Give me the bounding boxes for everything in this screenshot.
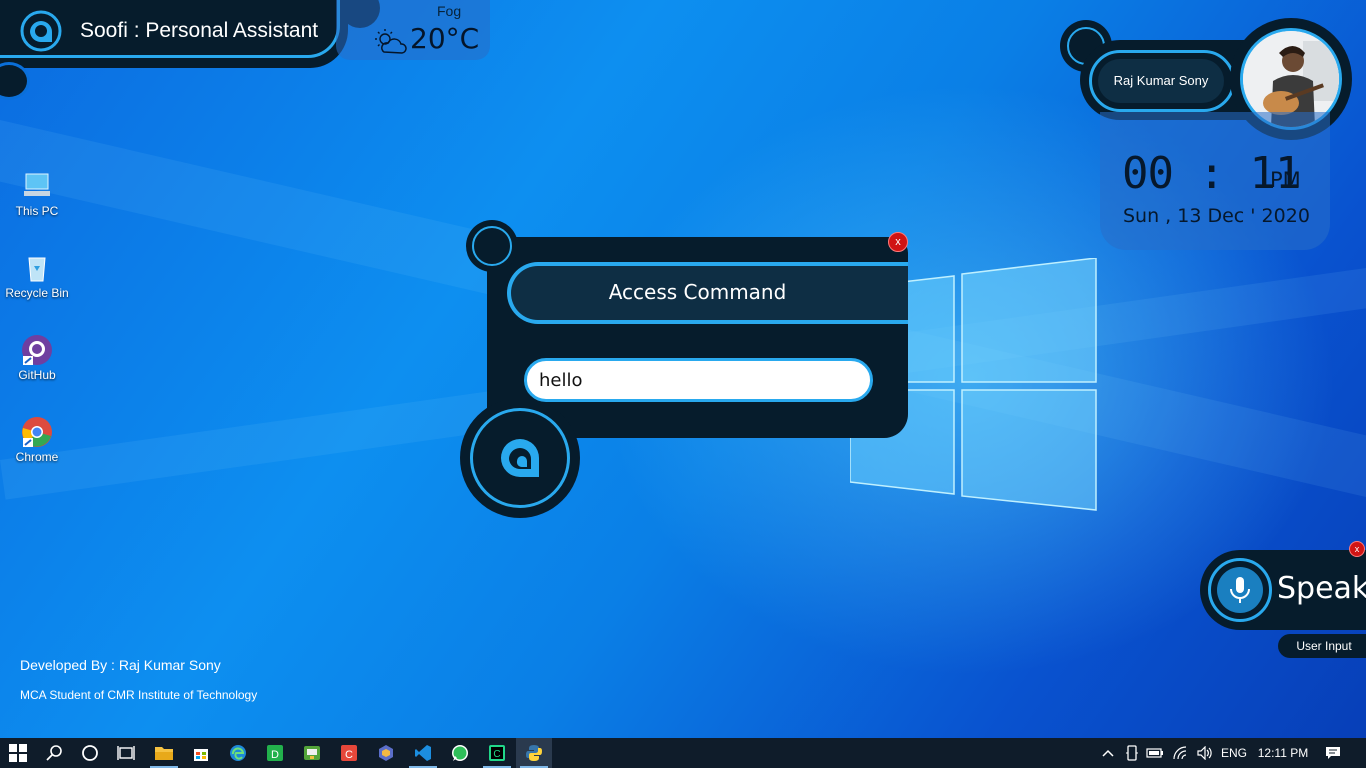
- windows-start-icon: [9, 744, 27, 762]
- tray-device-button[interactable]: [1122, 738, 1142, 768]
- hexagon-app-icon: [379, 745, 393, 761]
- weather-widget: Fog 20°C: [336, 0, 490, 60]
- app-green-icon: [304, 746, 320, 760]
- chevron-up-icon: [1102, 749, 1114, 757]
- desktop-icon-label: Chrome: [15, 450, 59, 464]
- notification-icon: [1326, 747, 1340, 759]
- partly-cloudy-icon: [375, 29, 407, 54]
- app-logo-icon: [20, 10, 62, 52]
- python-icon: [526, 745, 542, 761]
- search-button[interactable]: [36, 738, 72, 768]
- taskbar-app-green[interactable]: [294, 738, 330, 768]
- speak-close-button[interactable]: x: [1349, 541, 1365, 557]
- weather-temperature: 20°C: [410, 22, 480, 55]
- desktop-icon-github[interactable]: GitHub: [2, 334, 72, 382]
- clock-date: Sun , 13 Dec ' 2020: [1123, 205, 1310, 227]
- desktop-icon-label: Recycle Bin: [5, 286, 69, 300]
- dialog-logo-badge[interactable]: [460, 398, 580, 518]
- github-icon: [21, 334, 53, 366]
- speak-label: Speak: [1277, 571, 1366, 606]
- edge-icon: [230, 745, 246, 761]
- wifi-button[interactable]: [1170, 738, 1192, 768]
- student-credit: MCA Student of CMR Institute of Technolo…: [20, 688, 258, 702]
- weather-condition: Fog: [437, 3, 462, 19]
- developer-credit: Developed By : Raj Kumar Sony: [20, 657, 221, 673]
- taskbar-app-d[interactable]: D: [257, 738, 293, 768]
- svg-text:C: C: [345, 749, 353, 761]
- app-c-green-icon: C: [489, 745, 505, 761]
- desktop-icon-chrome[interactable]: Chrome: [2, 416, 72, 464]
- app-logo-icon: [501, 438, 539, 477]
- profile-name: Raj Kumar Sony: [1098, 59, 1224, 103]
- app-title: Soofi : Personal Assistant: [80, 19, 319, 42]
- desktop-icon-label: GitHub: [18, 368, 56, 382]
- chrome-icon: [21, 416, 53, 448]
- action-center-button[interactable]: [1318, 738, 1348, 768]
- language-indicator[interactable]: ENG: [1218, 738, 1250, 768]
- battery-button[interactable]: [1144, 738, 1166, 768]
- taskbar-app-c-red[interactable]: C: [331, 738, 367, 768]
- command-input[interactable]: [524, 358, 873, 402]
- speak-mic-button[interactable]: [1208, 558, 1272, 622]
- computer-icon: [21, 170, 53, 202]
- volume-button[interactable]: [1194, 738, 1216, 768]
- dialog-corner-knob: [466, 220, 518, 272]
- folder-icon: [155, 747, 173, 760]
- desktop-icon-this-pc[interactable]: This PC: [2, 170, 72, 218]
- taskbar-app-hex[interactable]: [368, 738, 404, 768]
- task-view-icon: [117, 746, 135, 760]
- start-button[interactable]: [0, 738, 36, 768]
- taskbar-app-whatsapp[interactable]: [442, 738, 478, 768]
- search-icon: [46, 745, 62, 761]
- app-d-icon: D: [267, 745, 283, 761]
- app-c-red-icon: C: [341, 745, 357, 761]
- usb-device-icon: [1126, 745, 1138, 761]
- speaker-icon: [1197, 746, 1212, 760]
- microphone-icon: [1230, 577, 1250, 603]
- wifi-icon: [1173, 746, 1187, 760]
- taskbar: D C C ENG 12:11 PM: [0, 738, 1366, 768]
- battery-icon: [1146, 748, 1163, 758]
- taskbar-clock[interactable]: 12:11 PM: [1252, 738, 1314, 768]
- mic-core: [1217, 567, 1263, 613]
- task-view-button[interactable]: [108, 738, 144, 768]
- taskbar-app-c-green[interactable]: C: [479, 738, 515, 768]
- cortana-button[interactable]: [72, 738, 108, 768]
- user-input-button[interactable]: User Input: [1278, 634, 1366, 658]
- taskbar-app-edge[interactable]: [220, 738, 256, 768]
- dialog-title: Access Command: [608, 280, 787, 304]
- taskbar-app-vscode[interactable]: [405, 738, 441, 768]
- taskbar-app-store[interactable]: [183, 738, 219, 768]
- svg-text:D: D: [271, 749, 279, 761]
- vscode-icon: [415, 745, 431, 761]
- whatsapp-icon: [452, 745, 468, 761]
- desktop-icon-recycle-bin[interactable]: Recycle Bin: [2, 252, 72, 300]
- show-hidden-icons-button[interactable]: [1096, 738, 1120, 768]
- taskbar-app-python[interactable]: [516, 738, 552, 768]
- svg-text:C: C: [493, 749, 500, 760]
- recycle-bin-icon: [21, 252, 53, 284]
- store-icon: [194, 749, 208, 761]
- cortana-icon: [82, 745, 98, 761]
- clock-ampm: PM: [1270, 168, 1301, 192]
- desktop-icon-label: This PC: [15, 204, 59, 218]
- dialog-close-button[interactable]: x: [888, 232, 908, 252]
- taskbar-app-file-explorer[interactable]: [146, 738, 182, 768]
